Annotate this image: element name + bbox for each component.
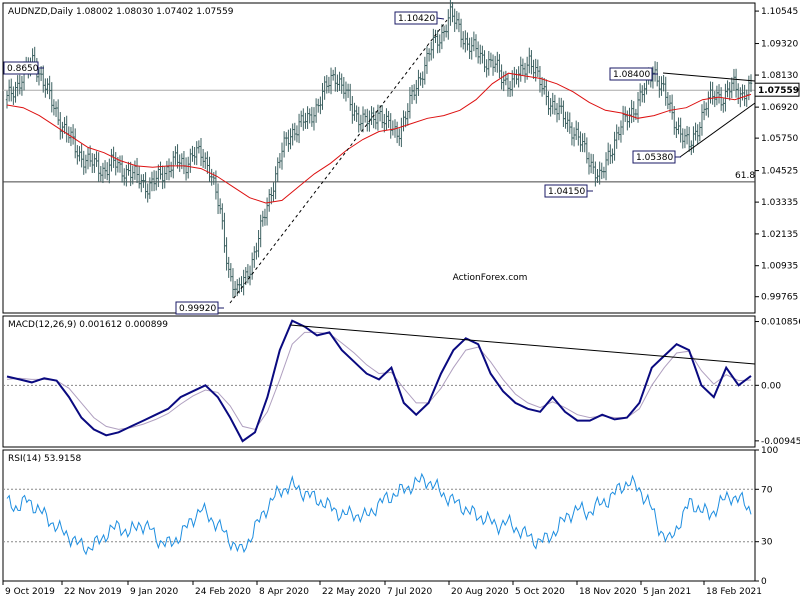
x-tick-label: 9 Oct 2019: [5, 587, 55, 597]
x-tick-label: 20 Aug 2020: [451, 587, 509, 597]
price-y-tick: 1.08130: [761, 71, 798, 81]
dashed-trendline: [229, 19, 448, 304]
callout-label: 1.04150: [548, 187, 585, 197]
macd-signal-line: [6, 331, 752, 430]
rsi-header: RSI(14) 53.9158: [8, 454, 81, 464]
rsi-y-tick: 0: [761, 577, 767, 587]
callout-label: 0.8650: [7, 64, 39, 74]
x-tick-label: 5 Oct 2020: [515, 587, 565, 597]
x-tick-label: 5 Jan 2021: [643, 587, 691, 597]
x-tick-label: 24 Feb 2020: [195, 587, 251, 597]
callout-label: 1.10420: [398, 14, 435, 24]
price-y-tick: 1.03335: [761, 198, 798, 208]
price-y-tick: 1.06920: [761, 103, 798, 113]
triangle-lower-line: [679, 102, 756, 158]
price-header: AUDNZD,Daily 1.08002 1.08030 1.07402 1.0…: [8, 7, 234, 17]
price-y-tick: 1.05750: [761, 134, 798, 144]
x-tick-label: 7 Jul 2020: [387, 587, 432, 597]
fib-label: 61.8: [735, 171, 755, 181]
moving-average-line: [6, 72, 752, 204]
callout-label: 0.99920: [179, 304, 216, 314]
price-y-tick: 1.00935: [761, 262, 798, 272]
panel-border-macd: [2, 315, 756, 448]
macd-y-tick: 0.010856: [761, 318, 800, 328]
x-tick-label: 18 Feb 2021: [706, 587, 762, 597]
price-y-tick: 1.09320: [761, 40, 798, 50]
chart-root: ActionForex.com AUDNZD,Daily 1.08002 1.08…: [0, 0, 800, 600]
price-y-tick: 1.02135: [761, 230, 798, 240]
x-tick-label: 22 May 2020: [322, 587, 381, 597]
callout-label: 1.08400: [613, 70, 650, 80]
macd-y-tick: 0.00: [761, 381, 781, 391]
callout-leader: [436, 17, 445, 20]
panel-border-rsi: [2, 449, 756, 582]
rsi-y-tick: 100: [761, 446, 778, 456]
macd-line: [6, 319, 752, 443]
current-price-label: 1.07559: [758, 86, 799, 96]
rsi-y-tick: 70: [761, 485, 773, 495]
x-tick-label: 9 Jan 2020: [130, 587, 178, 597]
callout-label: 1.05380: [636, 153, 673, 163]
x-tick-label: 8 Apr 2020: [259, 587, 309, 597]
rsi-y-tick: 30: [761, 538, 773, 548]
chart-svg: ActionForex.com AUDNZD,Daily 1.08002 1.08…: [2, 0, 800, 597]
x-tick-label: 22 Nov 2019: [64, 587, 122, 597]
price-y-tick: 1.04525: [761, 167, 798, 177]
macd-header: MACD(12,26,9) 0.001612 0.000899: [8, 320, 168, 330]
x-tick-label: 18 Nov 2020: [579, 587, 637, 597]
price-y-tick: 1.10545: [761, 7, 798, 17]
watermark: ActionForex.com: [453, 273, 528, 283]
triangle-upper-line: [662, 72, 756, 82]
price-y-tick: 0.99765: [761, 293, 798, 303]
